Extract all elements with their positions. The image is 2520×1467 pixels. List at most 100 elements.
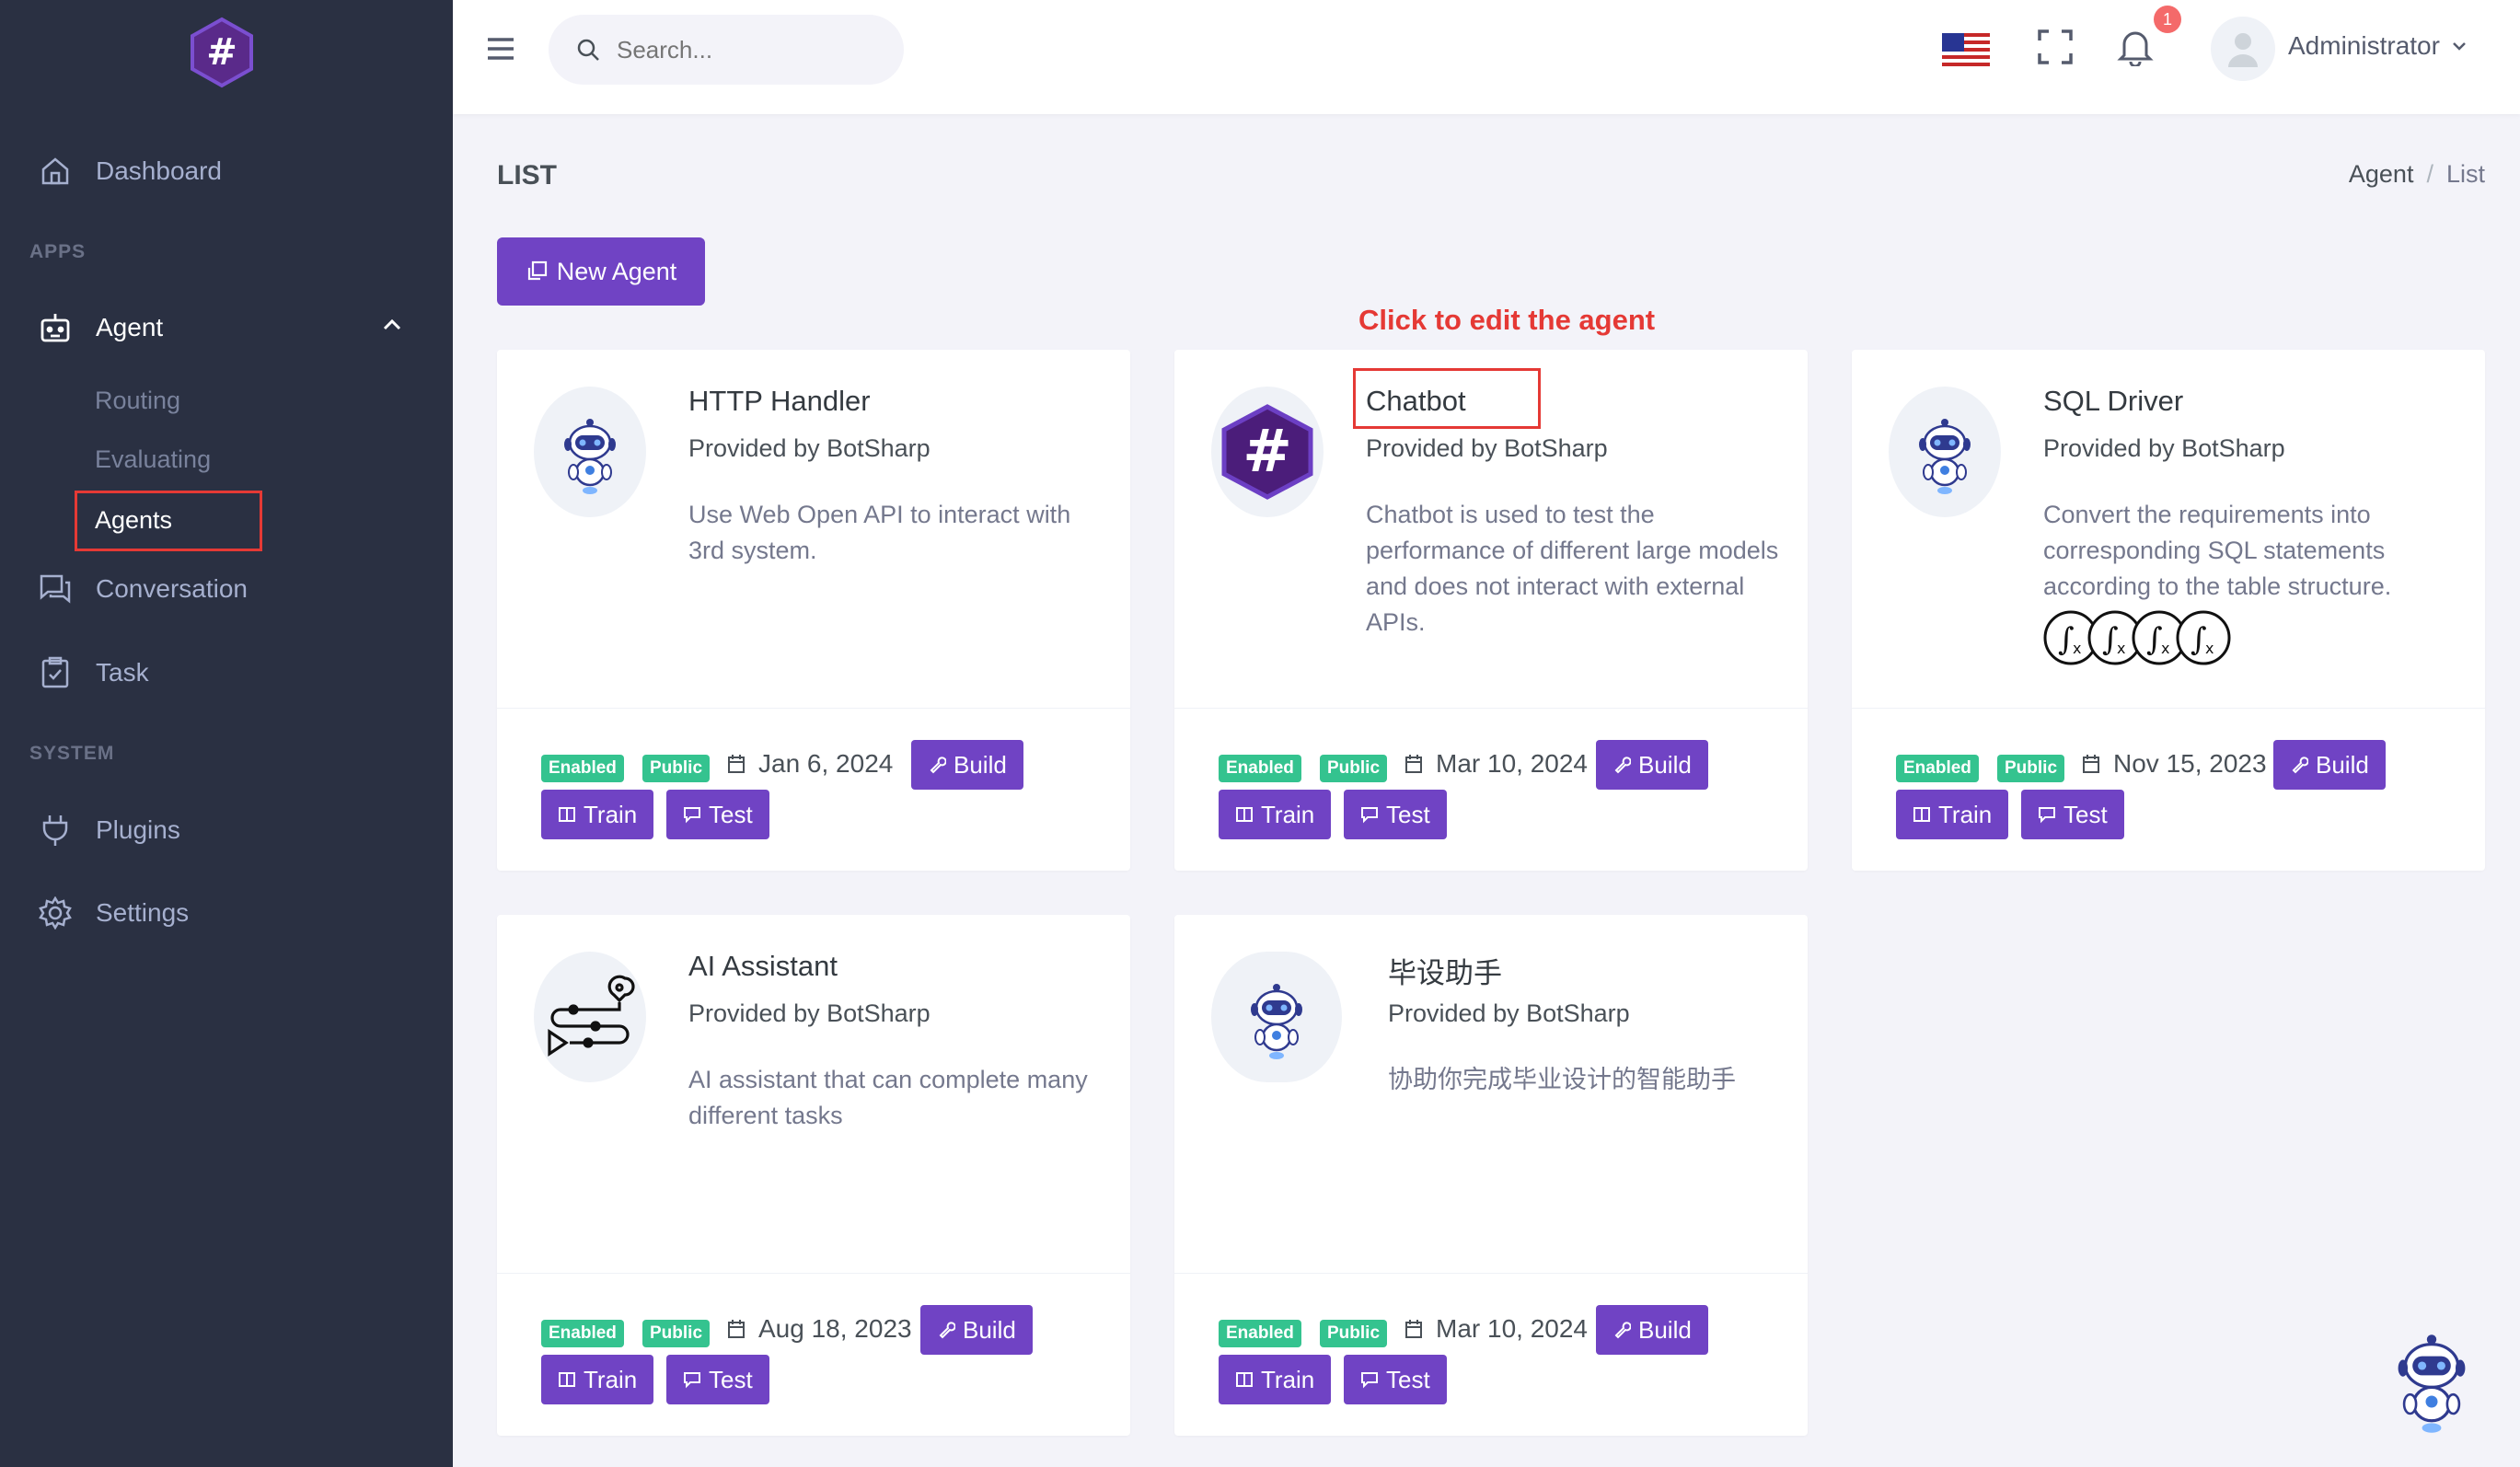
test-button[interactable]: Test — [666, 790, 769, 839]
agent-description: Convert the requirements into correspond… — [2043, 501, 2392, 600]
test-button[interactable]: Test — [1344, 790, 1447, 839]
gear-icon — [37, 895, 74, 931]
search-icon — [577, 39, 599, 61]
notification-badge: 1 — [2154, 6, 2181, 33]
wrench-icon — [2292, 757, 2308, 774]
breadcrumb-list: List — [2445, 160, 2485, 188]
train-button[interactable]: Train — [1219, 1355, 1332, 1404]
build-button[interactable]: Build — [2273, 740, 2386, 790]
agent-date-label: Mar 10, 2024 — [1436, 749, 1588, 778]
calendar-icon — [2083, 755, 2099, 773]
nav-settings-label: Settings — [96, 898, 190, 927]
annotation-text: Click to edit the agent — [1358, 304, 1656, 336]
nav-conversation[interactable]: Conversation — [37, 571, 248, 607]
nav-agent[interactable]: Agent — [37, 309, 163, 346]
nav-task[interactable]: Task — [37, 654, 149, 691]
test-label: Test — [709, 800, 753, 828]
nav-plugins[interactable]: Plugins — [37, 812, 180, 849]
search-box[interactable] — [549, 15, 904, 85]
nav-agent-label: Agent — [96, 313, 164, 341]
agent-name[interactable]: HTTP Handler — [688, 385, 871, 418]
nav-dashboard[interactable]: Dashboard — [37, 153, 222, 190]
function-icons: ∫ ∫ ∫ ∫ xxxx — [2043, 610, 2231, 665]
agent-card: HTTP Handler Provided by BotSharp Use We… — [497, 350, 1130, 871]
build-button[interactable]: Build — [920, 1305, 1033, 1355]
build-button[interactable]: Build — [1596, 740, 1708, 790]
topbar: 1 Administrator — [453, 0, 2520, 114]
agent-date: Jan 6, 2024 — [727, 749, 893, 779]
chevron-down-icon — [2453, 42, 2466, 51]
book-icon — [1236, 807, 1253, 822]
agent-provider: Provided by BotSharp — [1366, 434, 1608, 462]
train-button[interactable]: Train — [541, 790, 654, 839]
fullscreen-icon[interactable] — [2038, 29, 2073, 64]
nav-routing[interactable]: Routing — [95, 387, 180, 415]
agent-date: Mar 10, 2024 — [1404, 1314, 1588, 1344]
breadcrumb-agent[interactable]: Agent — [2349, 160, 2414, 188]
us-flag-icon[interactable] — [1942, 33, 1990, 66]
robot-icon — [534, 387, 646, 517]
sidebar: # Dashboard APPS Agent Routing Evaluatin… — [0, 0, 453, 1467]
hamburger-menu-icon[interactable] — [486, 35, 515, 63]
app-logo-icon[interactable]: # — [186, 17, 258, 88]
user-icon — [2228, 33, 2258, 67]
agent-description: Use Web Open API to interact with 3rd sy… — [688, 501, 1071, 564]
enabled-badge: Enabled — [1896, 755, 1979, 782]
user-name-label: Administrator — [2288, 31, 2440, 60]
train-button[interactable]: Train — [541, 1355, 654, 1404]
agent-provider: Provided by BotSharp — [688, 434, 931, 462]
book-icon — [1236, 1372, 1253, 1387]
copy-icon — [527, 260, 547, 281]
public-badge: Public — [1320, 755, 1388, 782]
chat-bubble-icon — [2039, 807, 2055, 824]
test-label: Test — [1386, 1365, 1430, 1393]
build-button[interactable]: Build — [911, 740, 1023, 790]
hashtag-logo-icon: # — [1211, 387, 1324, 517]
agent-name[interactable]: AI Assistant — [688, 950, 838, 983]
bell-icon[interactable] — [2117, 28, 2154, 66]
nav-conversation-label: Conversation — [96, 574, 248, 603]
svg-text:x: x — [2073, 640, 2081, 657]
build-button[interactable]: Build — [1596, 1305, 1708, 1355]
enabled-badge: Enabled — [541, 755, 624, 782]
build-label: Build — [1638, 750, 1692, 779]
chat-bubble-icon — [684, 807, 700, 824]
test-label: Test — [1386, 800, 1430, 828]
agent-name[interactable]: 毕设助手 — [1388, 950, 1502, 991]
breadcrumb: Agent / List — [2349, 160, 2485, 189]
clipboard-check-icon — [37, 654, 74, 691]
avatar[interactable] — [2211, 17, 2275, 81]
test-button[interactable]: Test — [1344, 1355, 1447, 1404]
train-button[interactable]: Train — [1896, 790, 2009, 839]
nav-settings[interactable]: Settings — [37, 895, 189, 931]
user-menu[interactable]: Administrator — [2288, 31, 2468, 61]
train-button[interactable]: Train — [1219, 790, 1332, 839]
agent-provider: Provided by BotSharp — [688, 999, 931, 1027]
enabled-badge: Enabled — [1219, 1320, 1301, 1347]
calendar-icon — [1405, 755, 1422, 773]
search-input[interactable] — [617, 35, 884, 64]
agent-date-label: Aug 18, 2023 — [758, 1314, 912, 1343]
public-badge: Public — [1997, 755, 2065, 782]
chat-bubble-icon — [1361, 807, 1378, 824]
agent-date: Nov 15, 2023 — [2082, 749, 2267, 779]
route-icon — [534, 952, 646, 1082]
bot-icon — [37, 309, 74, 346]
chevron-up-icon[interactable] — [382, 318, 402, 332]
nav-plugins-label: Plugins — [96, 815, 180, 844]
public-badge: Public — [1320, 1320, 1388, 1347]
plug-icon — [37, 812, 74, 849]
agent-name[interactable]: SQL Driver — [2043, 385, 2183, 418]
public-badge: Public — [642, 755, 711, 782]
new-agent-button[interactable]: New Agent — [497, 237, 705, 306]
agent-date: Mar 10, 2024 — [1404, 749, 1588, 779]
wrench-icon — [1614, 1322, 1631, 1339]
nav-evaluating[interactable]: Evaluating — [95, 445, 211, 474]
test-label: Test — [709, 1365, 753, 1393]
build-label: Build — [1638, 1315, 1692, 1344]
agent-date-label: Jan 6, 2024 — [758, 749, 894, 778]
chatbot-launcher-icon[interactable] — [2384, 1318, 2480, 1438]
svg-text:x: x — [2117, 640, 2125, 657]
test-button[interactable]: Test — [666, 1355, 769, 1404]
test-button[interactable]: Test — [2021, 790, 2124, 839]
